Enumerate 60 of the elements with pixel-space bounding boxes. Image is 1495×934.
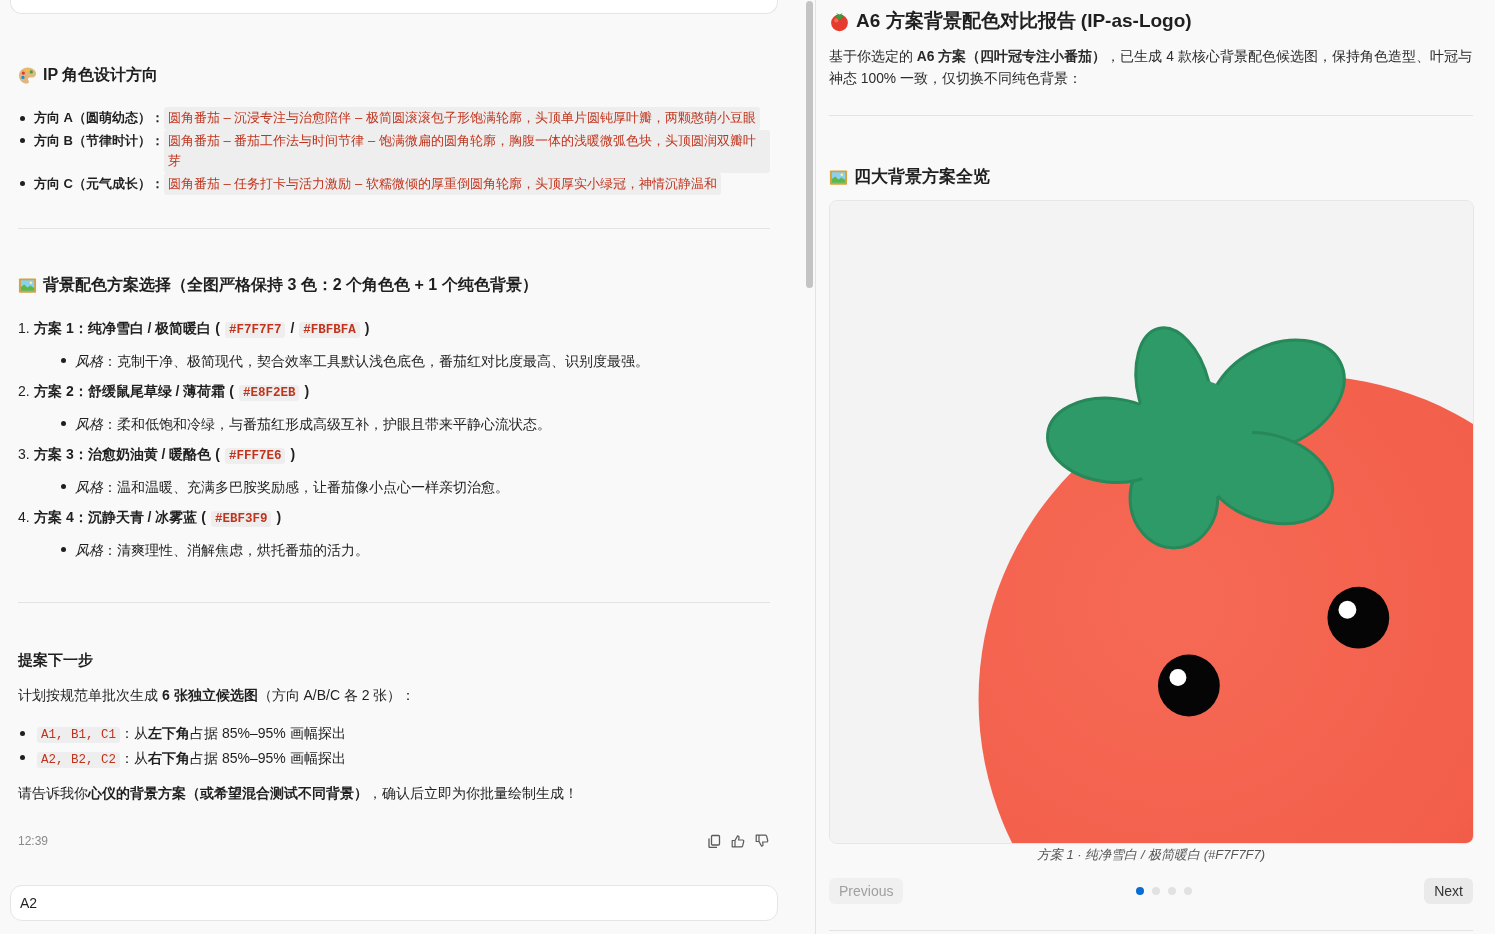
option-title: ) <box>364 320 370 336</box>
option-title: ) <box>276 509 282 525</box>
option-title: 方案 3：治愈奶油黄 / 暖酪色 ( <box>34 446 220 462</box>
step-text: ：从左下角占据 85%–95% 画幅探出 <box>120 725 346 741</box>
report-title: A6 方案背景配色对比报告 (IP-as-Logo) <box>856 9 1192 33</box>
option-title: ) <box>304 383 310 399</box>
option-title: ) <box>290 446 296 462</box>
thumbs-up-icon[interactable] <box>731 834 745 848</box>
section-heading: 提案下一步 <box>18 650 94 670</box>
code-snippet: 圆角番茄 – 沉浸专注与治愈陪伴 – 极简圆滚滚包子形饱满轮廓，头顶单片圆钝厚叶瓣，两颗憨萌小豆眼 <box>164 107 760 130</box>
item-label: 方向 A（圆萌幼态）： <box>34 109 164 127</box>
bullet-icon <box>20 755 25 761</box>
style-note: 风格：温和温暖、充满多巴胺奖励感，让番茄像小点心一样亲切治愈。 <box>75 477 510 497</box>
scrollbar-thumb[interactable] <box>806 1 813 288</box>
copy-icon[interactable] <box>707 834 721 848</box>
code-snippet: 圆角番茄 – 任务打卡与活力激励 – 软糯微倾的厚重倒圆角轮廓，头顶厚实小绿冠，神情沉静温和 <box>164 172 721 195</box>
item-label: 方向 B（节律时计）： <box>34 131 164 150</box>
code-snippet: #F7F7F7 <box>224 322 286 338</box>
section-heading: 四大背景方案全览 <box>854 166 990 188</box>
code-snippet: #FFF7E6 <box>224 448 286 464</box>
step-text: ：从右下角占据 85%–95% 画幅探出 <box>120 749 346 766</box>
list-number: 1. <box>18 319 31 338</box>
bullet-icon <box>20 181 25 187</box>
code-snippet: #EBF3F9 <box>210 511 272 527</box>
code-snippet: A2, B2, C2 <box>37 751 120 768</box>
timestamp: 12:39 <box>18 833 49 850</box>
option-title: 方案 1：纯净雪白 / 极简暖白 ( <box>34 320 220 336</box>
list-number: 2. <box>18 382 31 401</box>
picture-icon <box>829 167 848 187</box>
palette-icon <box>18 65 37 85</box>
option-title: 方案 4：沉静天青 / 冰雾蓝 ( <box>34 509 206 525</box>
list-number: 4. <box>18 508 31 527</box>
thumbs-down-icon[interactable] <box>755 834 769 848</box>
item-label: 方向 C（元气成长）： <box>34 174 164 193</box>
bullet-icon <box>20 138 25 144</box>
carousel-button[interactable]: Next <box>1424 878 1473 904</box>
paragraph: 请告诉我你心仪的背景方案（或希望混合测试不同背景），确认后立即为你批量绘制生成！ <box>18 784 579 803</box>
image-caption: 方案 1 · 纯净雪白 / 极简暖白 (#F7F7F7) <box>1035 846 1267 864</box>
list-number: 3. <box>18 445 31 464</box>
section-heading: 背景配色方案选择（全图严格保持 3 色：2 个角色色 + 1 个纯色背景） <box>43 275 538 295</box>
option-title: 方案 2：舒缓鼠尾草绿 / 薄荷霜 ( <box>34 383 234 399</box>
bullet-icon <box>20 730 25 736</box>
code-snippet: #E8F2EB <box>238 385 300 401</box>
bullet-icon <box>61 547 66 553</box>
paragraph: 基于你选定的 A6 方案（四叶冠专注小番茄），已生成 4 款核心背景配色候选图，保持角色造型、叶冠与神态 100% 一致，仅切换不同纯色背景： <box>829 48 1473 88</box>
code-snippet: #FBFBFA <box>299 322 360 338</box>
code-snippet: A1, B1, C1 <box>37 727 120 743</box>
bullet-icon <box>20 115 25 121</box>
picture-icon <box>18 275 37 295</box>
bullet-icon <box>61 358 66 364</box>
bullet-icon <box>61 484 66 490</box>
code-snippet: 圆角番茄 – 番茄工作法与时间节律 – 饱满微扁的圆角轮廓，胸腹一体的浅暖微弧色块，头顶圆润双瓣叶芽 <box>164 129 770 173</box>
paragraph: 计划按规范单批次生成 6 张独立候选图（方向 A/B/C 各 2 张）： <box>18 686 417 705</box>
bullet-icon <box>61 421 66 427</box>
message-text: A2 <box>20 893 38 913</box>
style-note: 风格：清爽理性、消解焦虑，烘托番茄的活力。 <box>75 540 370 560</box>
option-title: / <box>290 320 295 336</box>
style-note: 风格：克制干净、极简现代，契合效率工具默认浅色底色，番茄红对比度最高、识别度最强。 <box>75 351 650 371</box>
style-note: 风格：柔和低饱和冷绿，与番茄红形成高级互补，护眼且带来平静心流状态。 <box>75 414 552 434</box>
section-heading: IP 角色设计方向 <box>43 65 159 85</box>
